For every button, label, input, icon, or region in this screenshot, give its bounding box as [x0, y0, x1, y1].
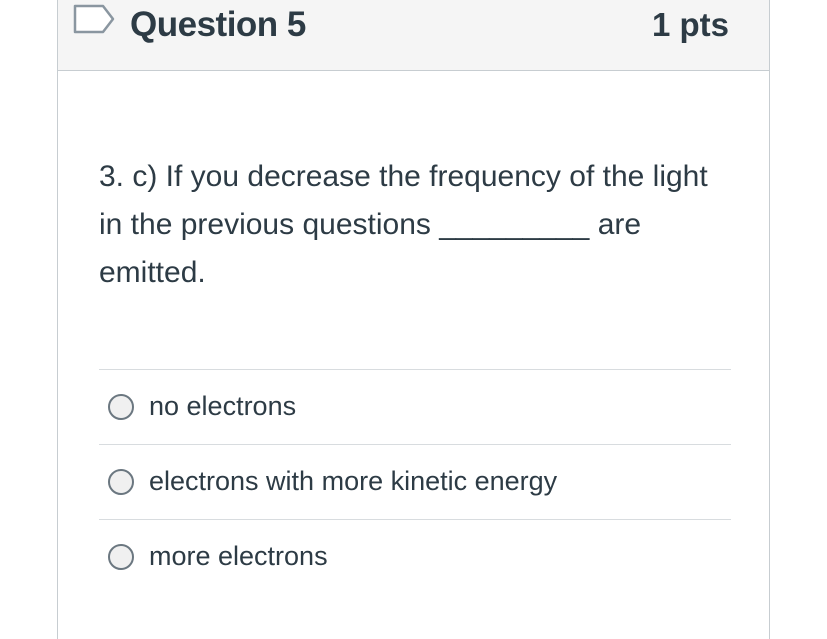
radio-button[interactable]: [108, 469, 134, 495]
answer-label[interactable]: no electrons: [149, 389, 296, 423]
answer-list: no electrons electrons with more kinetic…: [99, 369, 731, 594]
answer-option[interactable]: electrons with more kinetic energy: [99, 444, 731, 519]
question-header: Question 5 1 pts: [58, 0, 769, 71]
answer-label[interactable]: electrons with more kinetic energy: [149, 464, 557, 498]
question-points: 1 pts: [651, 6, 729, 43]
answer-option[interactable]: more electrons: [99, 519, 731, 594]
answer-label[interactable]: more electrons: [149, 539, 328, 573]
answer-option[interactable]: no electrons: [99, 369, 731, 444]
question-text: 3. c) If you decrease the frequency of t…: [99, 160, 708, 289]
quiz-question-card: Question 5 1 pts 3. c) If you decrease t…: [57, 0, 770, 639]
radio-button[interactable]: [108, 544, 134, 570]
flag-question-icon[interactable]: [73, 4, 115, 34]
radio-button[interactable]: [108, 394, 134, 420]
question-title: Question 5: [130, 5, 306, 44]
